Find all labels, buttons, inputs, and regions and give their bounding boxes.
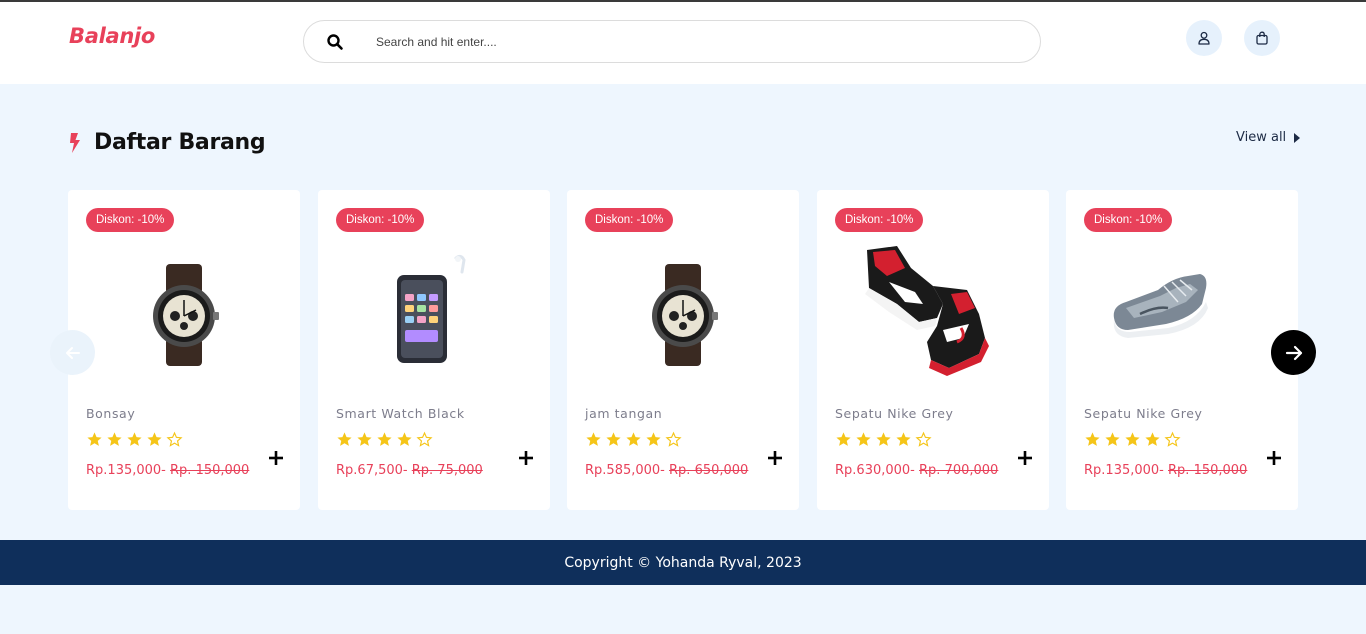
add-to-cart-icon[interactable] [268, 450, 284, 466]
site-header: Balanjo [0, 2, 1366, 84]
current-price: Rp.630,000- [835, 463, 915, 478]
arrow-left-icon [65, 346, 80, 359]
rating-stars [835, 431, 932, 448]
add-to-cart-icon[interactable] [1017, 450, 1033, 466]
star-outline-icon [416, 431, 433, 447]
product-name[interactable]: Bonsay [86, 406, 135, 421]
view-all-label: View all [1236, 130, 1287, 145]
carousel-next-button[interactable] [1271, 330, 1316, 375]
rating-stars [1084, 431, 1181, 448]
discount-badge: Diskon: -10% [86, 208, 175, 232]
price: Rp.67,500- Rp. 75,000 [336, 463, 483, 478]
bolt-icon [70, 132, 80, 153]
product-image-sneaker [1113, 274, 1208, 338]
arrow-right-icon [1285, 345, 1302, 360]
copyright-text: Copyright © Yohanda Ryval, 2023 [564, 554, 802, 571]
star-outline-icon [166, 431, 183, 447]
shopping-bag-icon [1256, 31, 1268, 45]
price: Rp.135,000- Rp. 150,000 [86, 463, 249, 478]
product-card[interactable]: Diskon: -10% Bonsay Rp.135,000- Rp. 150,… [68, 190, 300, 510]
star-filled-icon [626, 432, 641, 446]
discount-badge: Diskon: -10% [336, 208, 425, 232]
star-filled-icon [377, 432, 392, 446]
star-filled-icon [606, 432, 621, 446]
caret-right-icon [1294, 132, 1301, 143]
search-bar[interactable] [303, 20, 1041, 63]
original-price: Rp. 150,000 [1168, 463, 1248, 478]
section-header: Daftar Barang [68, 130, 266, 155]
account-button[interactable] [1186, 20, 1222, 56]
original-price: Rp. 150,000 [170, 463, 250, 478]
current-price: Rp.135,000- [1084, 463, 1164, 478]
product-name[interactable]: Sepatu Nike Grey [835, 406, 954, 421]
product-card[interactable]: Diskon: -10% Sepatu Nike Grey Rp.135,000… [1066, 190, 1298, 510]
carousel-prev-button[interactable] [50, 330, 95, 375]
star-filled-icon [107, 432, 122, 446]
star-filled-icon [147, 432, 162, 446]
star-filled-icon [1105, 432, 1120, 446]
discount-badge: Diskon: -10% [835, 208, 924, 232]
current-price: Rp.135,000- [86, 463, 166, 478]
add-to-cart-icon[interactable] [767, 450, 783, 466]
cart-button[interactable] [1244, 20, 1280, 56]
product-card[interactable]: Diskon: -10% jam tangan Rp.585,000- Rp. … [567, 190, 799, 510]
search-input[interactable] [376, 31, 996, 53]
rating-stars [86, 431, 183, 448]
price: Rp.630,000- Rp. 700,000 [835, 463, 998, 478]
rating-stars [585, 431, 682, 448]
product-image-sneakers [865, 246, 989, 376]
star-outline-icon [1164, 431, 1181, 447]
star-filled-icon [397, 432, 412, 446]
star-filled-icon [856, 432, 871, 446]
star-filled-icon [586, 432, 601, 446]
product-image-watch [652, 264, 718, 366]
star-filled-icon [876, 432, 891, 446]
star-filled-icon [896, 432, 911, 446]
current-price: Rp.585,000- [585, 463, 665, 478]
original-price: Rp. 650,000 [669, 463, 749, 478]
star-outline-icon [665, 431, 682, 447]
search-icon[interactable] [326, 33, 344, 51]
price: Rp.585,000- Rp. 650,000 [585, 463, 748, 478]
add-to-cart-icon[interactable] [518, 450, 534, 466]
user-icon [1198, 31, 1210, 45]
logo[interactable]: Balanjo [69, 24, 155, 48]
product-card[interactable]: Diskon: -10% Smart Watch Black Rp.67,500… [318, 190, 550, 510]
original-price: Rp. 700,000 [919, 463, 999, 478]
rating-stars [336, 431, 433, 448]
star-outline-icon [915, 431, 932, 447]
discount-badge: Diskon: -10% [1084, 208, 1173, 232]
product-name[interactable]: jam tangan [585, 406, 662, 421]
site-footer: Copyright © Yohanda Ryval, 2023 [0, 540, 1366, 585]
discount-badge: Diskon: -10% [585, 208, 674, 232]
star-filled-icon [127, 432, 142, 446]
current-price: Rp.67,500- [336, 463, 408, 478]
section-title: Daftar Barang [94, 130, 266, 155]
product-image-phone [397, 254, 466, 363]
product-name[interactable]: Smart Watch Black [336, 406, 465, 421]
star-filled-icon [1085, 432, 1100, 446]
product-card[interactable]: Diskon: -10% Sepatu Nike Grey Rp.630,000… [817, 190, 1049, 510]
star-filled-icon [836, 432, 851, 446]
star-filled-icon [1145, 432, 1160, 446]
original-price: Rp. 75,000 [411, 463, 483, 478]
star-filled-icon [1125, 432, 1140, 446]
price: Rp.135,000- Rp. 150,000 [1084, 463, 1247, 478]
star-filled-icon [357, 432, 372, 446]
product-name[interactable]: Sepatu Nike Grey [1084, 406, 1203, 421]
star-filled-icon [337, 432, 352, 446]
star-filled-icon [87, 432, 102, 446]
product-image-watch [153, 264, 219, 366]
star-filled-icon [646, 432, 661, 446]
add-to-cart-icon[interactable] [1266, 450, 1282, 466]
view-all-link[interactable]: View all [1236, 130, 1301, 145]
